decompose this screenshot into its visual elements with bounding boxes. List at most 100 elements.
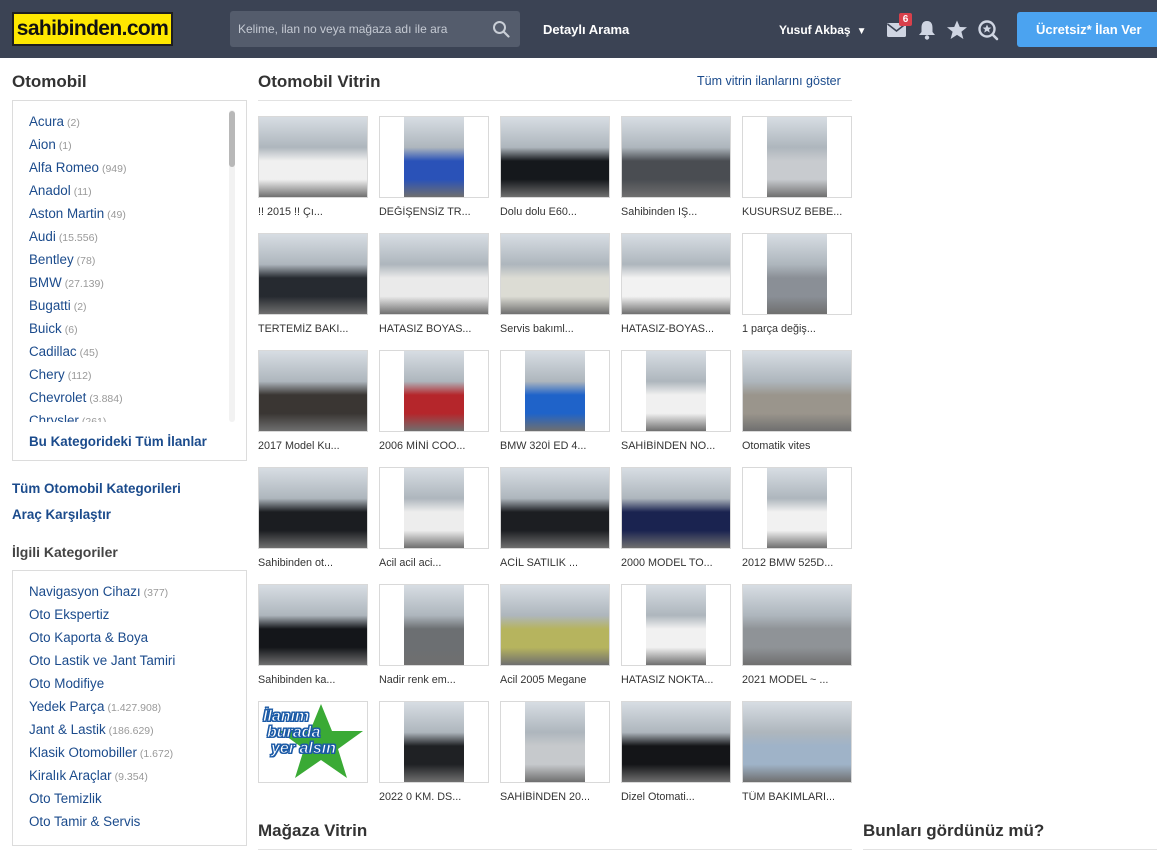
related-category-item[interactable]: Jant & Lastik (186.629) (29, 722, 243, 745)
listing-thumbnail[interactable] (379, 584, 489, 666)
listing-thumbnail[interactable] (379, 116, 489, 198)
listing-title[interactable]: !! 2015 !! Çı... (258, 206, 368, 218)
listing-thumbnail[interactable] (621, 584, 731, 666)
listing-title[interactable]: 2017 Model Ku... (258, 440, 368, 452)
listing-title[interactable]: 2000 MODEL TO... (621, 557, 731, 569)
show-all-showcase-link[interactable]: Tüm vitrin ilanlarını göster (697, 74, 841, 88)
listing-title[interactable]: 1 parça değiş... (742, 323, 852, 335)
listing-thumbnail[interactable] (500, 701, 610, 783)
related-category-item[interactable]: Navigasyon Cihazı (377) (29, 584, 243, 607)
listing-thumbnail[interactable] (258, 116, 368, 198)
listing-thumbnail[interactable] (621, 116, 731, 198)
listing-title[interactable]: Servis bakıml... (500, 323, 610, 335)
listing-title[interactable]: ACİL SATILIK ... (500, 557, 610, 569)
related-category-item[interactable]: Oto Modifiye (29, 676, 243, 699)
post-ad-button[interactable]: Ücretsiz* İlan Ver (1017, 12, 1157, 47)
related-category-item[interactable]: Oto Tamir & Servis (29, 814, 243, 837)
detailed-search-link[interactable]: Detaylı Arama (543, 22, 629, 37)
listing-thumbnail[interactable] (742, 584, 852, 666)
star-icon[interactable] (946, 19, 968, 41)
brand-list-item[interactable]: Chrysler (261) (29, 413, 229, 422)
brand-list-item[interactable]: Bugatti (2) (29, 298, 229, 321)
message-count-badge: 6 (899, 13, 912, 26)
brand-list-item[interactable]: Aston Martin (49) (29, 206, 229, 229)
listing-title[interactable]: 2021 MODEL ~ ... (742, 674, 852, 686)
listing-title[interactable]: TÜM BAKIMLARI... (742, 791, 852, 803)
listing-thumbnail[interactable] (258, 584, 368, 666)
brand-list-item[interactable]: Alfa Romeo (949) (29, 160, 229, 183)
listing-thumbnail[interactable] (379, 350, 489, 432)
listing-title[interactable]: 2022 0 KM. DS... (379, 791, 489, 803)
brand-list-item[interactable]: Acura (2) (29, 114, 229, 137)
listing-title[interactable]: Otomatik vites (742, 440, 852, 452)
site-logo[interactable]: sahibinden.com (12, 12, 173, 46)
listing-title[interactable]: DEĞİŞENSİZ TR... (379, 206, 489, 218)
related-category-item[interactable]: Yedek Parça (1.427.908) (29, 699, 243, 722)
listing-title[interactable]: 2012 BMW 525D... (742, 557, 852, 569)
all-categories-link[interactable]: Tüm Otomobil Kategorileri (12, 481, 181, 496)
listing-thumbnail[interactable] (258, 350, 368, 432)
listing-thumbnail[interactable] (258, 233, 368, 315)
listing-thumbnail[interactable] (379, 233, 489, 315)
listing-title[interactable]: KUSURSUZ BEBE... (742, 206, 852, 218)
listing-thumbnail[interactable] (500, 233, 610, 315)
related-category-item[interactable]: Oto Kaporta & Boya (29, 630, 243, 653)
listing-thumbnail[interactable] (742, 701, 852, 783)
listing-thumbnail[interactable] (379, 701, 489, 783)
brand-list-item[interactable]: Buick (6) (29, 321, 229, 344)
user-name: Yusuf Akbaş (779, 23, 851, 37)
listing-thumbnail[interactable] (500, 350, 610, 432)
listing-title[interactable]: Nadir renk em... (379, 674, 489, 686)
related-category-item[interactable]: Oto Ekspertiz (29, 607, 243, 630)
listing-thumbnail[interactable]: İlanım burada yer alsın (258, 701, 368, 783)
listing-title[interactable]: BMW 320İ ED 4... (500, 440, 610, 452)
related-category-item[interactable]: Klasik Otomobiller (1.672) (29, 745, 243, 768)
listing-thumbnail[interactable] (742, 467, 852, 549)
listing-title[interactable]: Acil 2005 Megane (500, 674, 610, 686)
user-menu[interactable]: Yusuf Akbaş ▼ (779, 23, 866, 37)
listing-title[interactable]: Sahibinden IŞ... (621, 206, 731, 218)
related-category-item[interactable]: Oto Lastik ve Jant Tamiri (29, 653, 243, 676)
listing-thumbnail[interactable] (500, 584, 610, 666)
listing-title[interactable]: 2006 MİNİ COO... (379, 440, 489, 452)
listing-thumbnail[interactable] (621, 467, 731, 549)
brand-list-item[interactable]: Cadillac (45) (29, 344, 229, 367)
search-input[interactable] (230, 11, 485, 47)
all-in-category-link[interactable]: Bu Kategorideki Tüm İlanlar (29, 434, 207, 449)
listing-title[interactable]: SAHİBİNDEN NO... (621, 440, 731, 452)
listing-title[interactable]: HATASIZ-BOYAS... (621, 323, 731, 335)
listing-thumbnail[interactable] (621, 233, 731, 315)
related-category-item[interactable]: Oto Temizlik (29, 791, 243, 814)
listing-title[interactable]: SAHİBİNDEN 20... (500, 791, 610, 803)
compare-cars-link[interactable]: Araç Karşılaştır (12, 507, 111, 522)
listing-thumbnail[interactable] (621, 701, 731, 783)
listing-thumbnail[interactable] (742, 233, 852, 315)
brand-list-item[interactable]: Chery (112) (29, 367, 229, 390)
brand-list-scrollbar-thumb[interactable] (229, 111, 235, 167)
brand-list-item[interactable]: Anadol (11) (29, 183, 229, 206)
brand-list-item[interactable]: BMW (27.139) (29, 275, 229, 298)
listing-title[interactable]: Dolu dolu E60... (500, 206, 610, 218)
related-category-item[interactable]: Kiralık Araçlar (9.354) (29, 768, 243, 791)
brand-list-item[interactable]: Bentley (78) (29, 252, 229, 275)
brand-list-item[interactable]: Chevrolet (3.884) (29, 390, 229, 413)
listing-thumbnail[interactable] (621, 350, 731, 432)
search-icon[interactable] (492, 20, 510, 38)
listing-thumbnail[interactable] (500, 116, 610, 198)
listing-thumbnail[interactable] (742, 116, 852, 198)
listing-thumbnail[interactable] (500, 467, 610, 549)
listing-title[interactable]: TERTEMİZ BAKI... (258, 323, 368, 335)
listing-thumbnail[interactable] (258, 467, 368, 549)
listing-title[interactable]: Sahibinden ot... (258, 557, 368, 569)
listing-title[interactable]: Sahibinden ka... (258, 674, 368, 686)
listing-title[interactable]: HATASIZ BOYAS... (379, 323, 489, 335)
brand-list-item[interactable]: Audi (15.556) (29, 229, 229, 252)
listing-thumbnail[interactable] (742, 350, 852, 432)
listing-thumbnail[interactable] (379, 467, 489, 549)
brand-list-item[interactable]: Aion (1) (29, 137, 229, 160)
saved-search-icon[interactable] (977, 19, 999, 41)
listing-title[interactable]: HATASIZ NOKTA... (621, 674, 731, 686)
listing-title[interactable]: Dizel Otomati... (621, 791, 731, 803)
bell-icon[interactable] (916, 19, 938, 41)
listing-title[interactable]: Acil acil aci... (379, 557, 489, 569)
